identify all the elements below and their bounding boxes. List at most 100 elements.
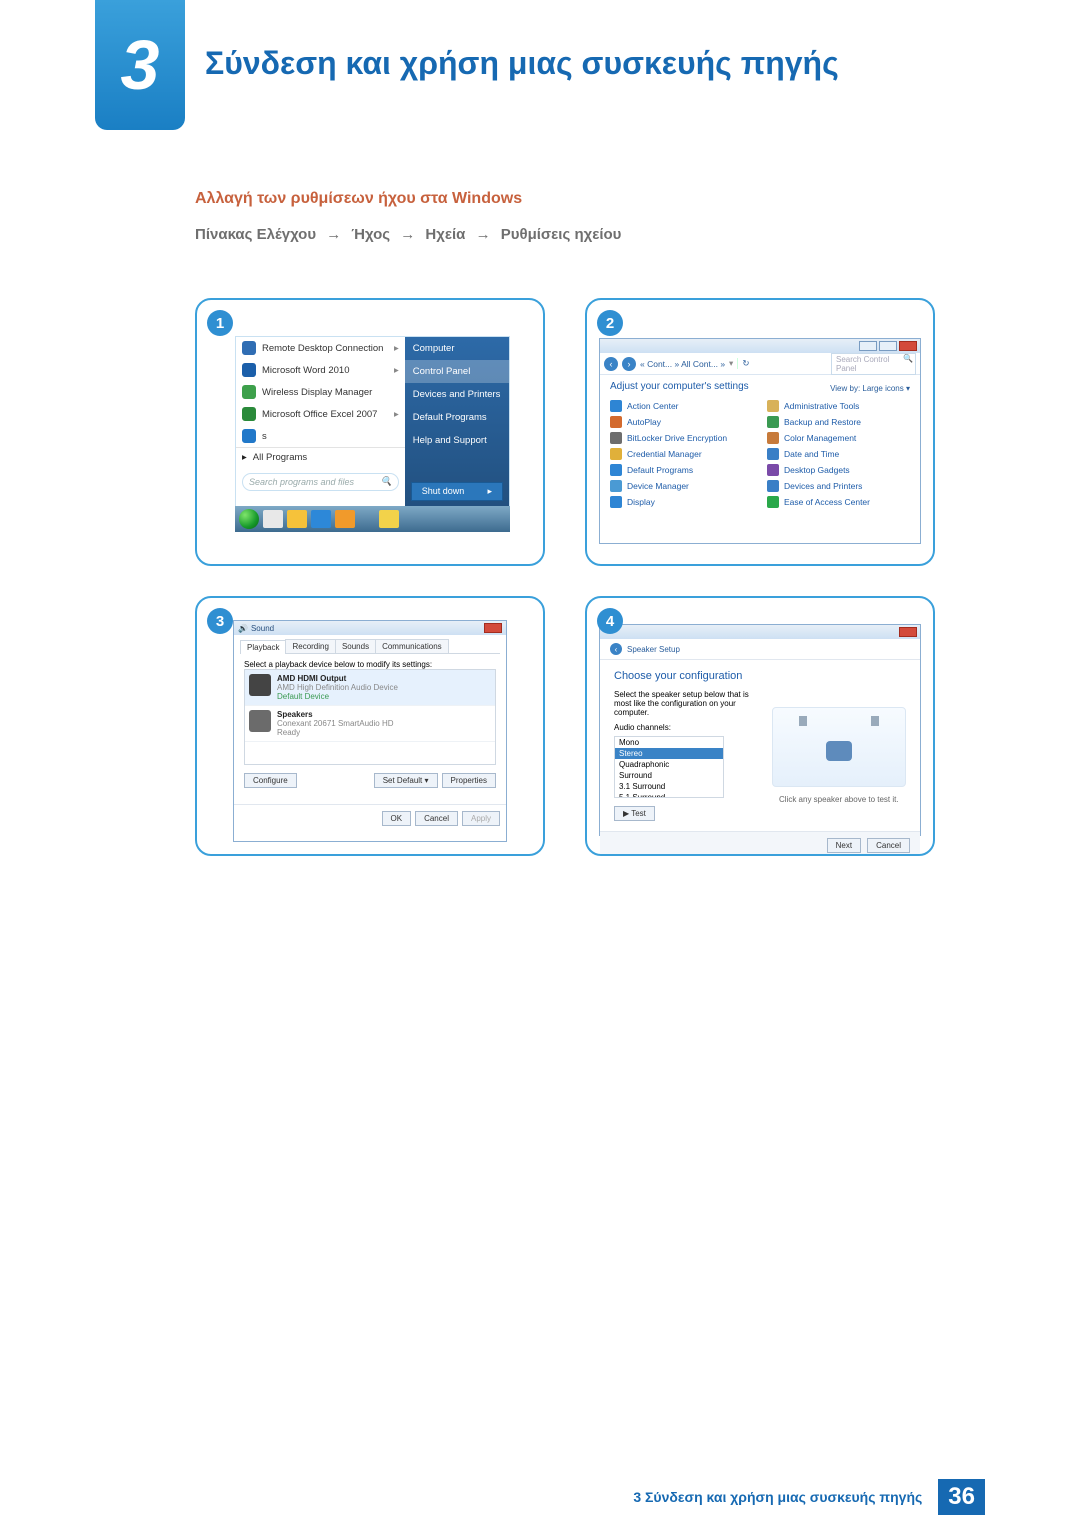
cp-link[interactable]: Action Center [610, 400, 753, 412]
manual-page: 3 Σύνδεση και χρήση μιας συσκευής πηγής … [0, 0, 1080, 1527]
tab-playback[interactable]: Playback [240, 640, 286, 654]
start-menu-item[interactable]: Wireless Display Manager [236, 381, 405, 403]
cp-link[interactable]: Credential Manager [610, 448, 753, 460]
close-button[interactable] [484, 623, 502, 633]
step-panels: 1 Remote Desktop Connection▸ Microsoft W… [195, 298, 935, 856]
speaker-left-icon[interactable] [799, 716, 807, 726]
option[interactable]: Quadraphonic [615, 759, 723, 770]
sound-tabs: Playback Recording Sounds Communications [240, 639, 500, 654]
arrow-icon: → [400, 226, 415, 243]
programs-icon [610, 464, 622, 476]
option-selected[interactable]: Stereo [615, 748, 723, 759]
device-item[interactable]: Speakers Conexant 20671 SmartAudio HD Re… [245, 706, 495, 742]
tab-communications[interactable]: Communications [375, 639, 449, 653]
cp-link[interactable]: Date and Time [767, 448, 910, 460]
color-icon [767, 432, 779, 444]
start-menu-item[interactable]: Microsoft Word 2010▸ [236, 359, 405, 381]
arrow-icon: → [326, 226, 341, 243]
credential-icon [610, 448, 622, 460]
cp-link[interactable]: Color Management [767, 432, 910, 444]
start-search-input[interactable]: Search programs and files 🔍 [242, 473, 399, 491]
window-titlebar[interactable] [600, 625, 920, 639]
playback-device-list[interactable]: AMD HDMI Output AMD High Definition Audi… [244, 669, 496, 765]
cp-link[interactable]: Device Manager [610, 480, 753, 492]
start-menu-item[interactable]: Microsoft Office Excel 2007▸ [236, 403, 405, 425]
speaker-right-icon[interactable] [871, 716, 879, 726]
configure-button[interactable]: Configure [244, 773, 297, 788]
bc-item: Ήχος [351, 226, 390, 243]
forward-button[interactable]: › [622, 357, 636, 371]
search-icon: 🔍 [903, 354, 913, 363]
cp-link[interactable]: BitLocker Drive Encryption [610, 432, 753, 444]
taskbar-icon[interactable] [311, 510, 331, 528]
start-menu-item[interactable]: Remote Desktop Connection▸ [236, 337, 405, 359]
audio-channels-list[interactable]: Mono Stereo Quadraphonic Surround 3.1 Su… [614, 736, 724, 798]
devices-icon [767, 480, 779, 492]
next-button[interactable]: Next [827, 838, 861, 853]
cp-link[interactable]: AutoPlay [610, 416, 753, 428]
properties-button[interactable]: Properties [442, 773, 496, 788]
option[interactable]: 3.1 Surround [615, 781, 723, 792]
window-titlebar[interactable] [600, 339, 920, 353]
start-right-item[interactable]: Computer [405, 337, 509, 360]
apply-button[interactable]: Apply [462, 811, 500, 826]
instruction-text: Select a playback device below to modify… [244, 660, 496, 669]
option[interactable]: 5.1 Surround [615, 792, 723, 798]
cancel-button[interactable]: Cancel [867, 838, 910, 853]
speaker-setup-dialog[interactable]: ‹ Speaker Setup Choose your configuratio… [599, 624, 921, 836]
explorer-address-bar[interactable]: ‹ › « Cont... » All Cont... » ▾ ↻ Search… [600, 353, 920, 375]
cp-search-input[interactable]: Search Control Panel 🔍 [831, 353, 916, 375]
flag-icon [610, 400, 622, 412]
set-default-button[interactable]: Set Default ▾ [374, 773, 438, 788]
taskbar-icon[interactable] [379, 510, 399, 528]
close-button[interactable] [899, 627, 917, 637]
search-icon: 🔍 [381, 476, 392, 487]
start-right-item-control-panel[interactable]: Control Panel [405, 360, 509, 383]
speaker-diagram[interactable] [772, 707, 906, 787]
option[interactable]: Surround [615, 770, 723, 781]
start-right-item[interactable]: Devices and Printers [405, 383, 509, 406]
taskbar[interactable] [235, 506, 510, 532]
cp-link[interactable]: Ease of Access Center [767, 496, 910, 508]
start-menu[interactable]: Remote Desktop Connection▸ Microsoft Wor… [235, 336, 510, 508]
sound-dialog[interactable]: 🔊Sound Playback Recording Sounds Communi… [233, 620, 507, 842]
tab-sounds[interactable]: Sounds [335, 639, 376, 653]
chapter-number: 3 [121, 25, 160, 105]
cp-link[interactable]: Devices and Printers [767, 480, 910, 492]
device-item[interactable]: AMD HDMI Output AMD High Definition Audi… [245, 670, 495, 706]
start-right-item[interactable]: Help and Support [405, 429, 509, 452]
step-number-badge: 4 [597, 608, 623, 634]
taskbar-icon[interactable] [287, 510, 307, 528]
cp-link[interactable]: Administrative Tools [767, 400, 910, 412]
all-programs[interactable]: ▸All Programs [236, 448, 405, 467]
cp-link[interactable]: Backup and Restore [767, 416, 910, 428]
start-right-item[interactable]: Default Programs [405, 406, 509, 429]
start-orb-icon[interactable] [239, 509, 259, 529]
start-menu-item[interactable]: s [236, 425, 405, 447]
taskbar-icon[interactable] [263, 510, 283, 528]
back-button[interactable]: ‹ [610, 643, 622, 655]
cp-link[interactable]: Default Programs [610, 464, 753, 476]
option[interactable]: Mono [615, 737, 723, 748]
spk-hint: Click any speaker above to test it. [779, 795, 899, 804]
cancel-button[interactable]: Cancel [415, 811, 458, 826]
arrow-icon: → [476, 226, 491, 243]
tab-recording[interactable]: Recording [285, 639, 335, 653]
chapter-title: Σύνδεση και χρήση μιας συσκευής πηγής [205, 45, 839, 82]
clock-icon [767, 448, 779, 460]
control-panel-window[interactable]: ‹ › « Cont... » All Cont... » ▾ ↻ Search… [599, 338, 921, 544]
test-button[interactable]: ▶ Test [614, 806, 655, 821]
cp-link[interactable]: Display [610, 496, 753, 508]
cp-link[interactable]: Desktop Gadgets [767, 464, 910, 476]
step-number-badge: 2 [597, 310, 623, 336]
page-footer: 3 Σύνδεση και χρήση μιας συσκευής πηγής … [633, 1479, 985, 1515]
taskbar-icon[interactable] [335, 510, 355, 528]
shutdown-button[interactable]: Shut down▸ [411, 482, 503, 501]
maximize-button[interactable] [879, 341, 897, 351]
minimize-button[interactable] [859, 341, 877, 351]
close-button[interactable] [899, 341, 917, 351]
ok-button[interactable]: OK [382, 811, 412, 826]
spk-instruction: Select the speaker setup below that is m… [614, 690, 760, 717]
back-button[interactable]: ‹ [604, 357, 618, 371]
view-by-dropdown[interactable]: View by: Large icons ▾ [830, 384, 910, 393]
